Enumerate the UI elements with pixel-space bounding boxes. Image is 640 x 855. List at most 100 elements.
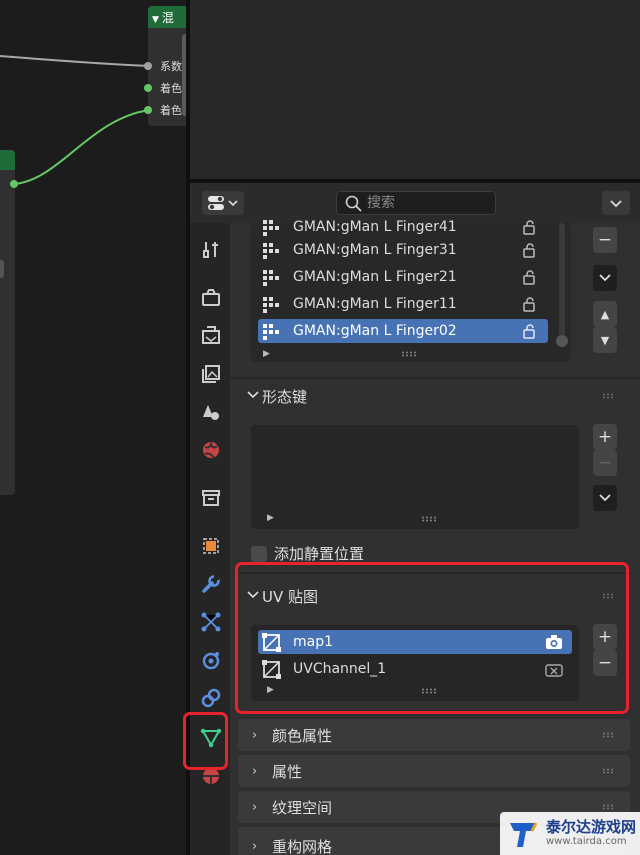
properties-content: GMAN:gMan L Finger41 GMAN:gMan L Finger3…	[230, 219, 640, 855]
watermark-url: www.tairda.com	[546, 836, 627, 847]
search-input[interactable]	[367, 194, 487, 212]
specials-menu-button[interactable]	[593, 265, 617, 291]
options-dropdown[interactable]	[602, 191, 630, 215]
wire-factor	[0, 55, 151, 67]
list-scroll-handle[interactable]	[556, 335, 568, 347]
mix-shader-node[interactable]: ▼混 系数 着色器 着色器	[148, 6, 186, 126]
object-square-icon	[203, 538, 219, 554]
physics-orbit-icon	[202, 652, 220, 670]
chevron-down-icon	[610, 200, 622, 208]
tab-output[interactable]	[198, 323, 224, 349]
lock-icon[interactable]	[520, 218, 538, 236]
socket-shader-1-label: 着色器	[160, 82, 186, 95]
watermark-logo-icon	[510, 821, 538, 847]
drag-grip-icon[interactable]	[602, 732, 616, 738]
tab-collection[interactable]	[198, 485, 224, 511]
remesh-title: 重构网格	[272, 837, 333, 855]
node-wires	[0, 55, 151, 185]
color-attributes-panel-header[interactable]: › 颜色属性	[238, 719, 630, 751]
lock-icon[interactable]	[520, 241, 538, 259]
attributes-title: 属性	[272, 762, 303, 781]
mix-node-header[interactable]: ▼ 混	[148, 6, 186, 28]
socket-shader-2-label: 着色器	[160, 104, 186, 117]
resize-grip-icon[interactable]	[401, 351, 417, 357]
list-item-selected[interactable]: GMAN:gMan L Finger02	[258, 319, 548, 343]
editor-type-dropdown[interactable]	[202, 191, 244, 215]
output-socket-dot[interactable]	[10, 180, 18, 188]
vertex-group-name: GMAN:gMan L Finger21	[293, 269, 457, 285]
search-field[interactable]	[336, 191, 496, 215]
shape-keys-panel-header[interactable]: 形态键	[238, 381, 630, 411]
editor-type-icon	[208, 196, 238, 210]
expand-filter-triangle-icon[interactable]: ▶	[263, 349, 270, 359]
add-shape-key-button[interactable]: +	[593, 424, 617, 450]
color-attributes-title: 颜色属性	[272, 726, 333, 745]
tab-scene[interactable]	[198, 399, 224, 425]
attributes-panel-header[interactable]: › 属性	[238, 755, 630, 787]
chevron-right-icon: ›	[252, 727, 258, 743]
expand-filter-triangle-icon[interactable]: ▶	[267, 513, 274, 523]
add-rest-position-checkbox[interactable]	[251, 545, 267, 562]
watermark-title: 泰尔达游戏网	[546, 818, 637, 836]
lock-icon[interactable]	[520, 268, 538, 286]
move-down-button[interactable]: ▼	[593, 327, 617, 353]
tab-render[interactable]	[198, 285, 224, 311]
highlight-uv-maps-panel	[235, 562, 629, 714]
vertex-group-name: GMAN:gMan L Finger02	[293, 323, 457, 339]
resize-grip-icon[interactable]	[421, 516, 437, 522]
chevron-right-icon: ›	[252, 799, 258, 815]
chevron-down-icon	[599, 494, 611, 502]
collapse-chevron-icon[interactable]: ▼	[152, 15, 159, 25]
chevron-right-icon: ›	[252, 838, 258, 854]
shape-keys-list[interactable]: ▶	[251, 425, 579, 529]
drag-grip-icon[interactable]	[602, 768, 616, 774]
vertex-groups-list[interactable]: GMAN:gMan L Finger41 GMAN:gMan L Finger3…	[251, 219, 571, 362]
lock-icon[interactable]	[520, 295, 538, 313]
tool-icon	[203, 242, 218, 258]
socket-shader-2-dot[interactable]	[144, 106, 152, 114]
drag-grip-icon[interactable]	[602, 804, 616, 810]
tab-modifiers[interactable]	[198, 571, 224, 597]
scene-icon	[203, 405, 219, 420]
vertex-group-icon	[263, 220, 279, 236]
move-up-button[interactable]: ▲	[593, 301, 617, 327]
tab-tool[interactable]	[198, 237, 224, 263]
lock-icon[interactable]	[520, 322, 538, 340]
outliner-area	[190, 0, 640, 183]
socket-factor-dot[interactable]	[144, 62, 152, 70]
list-item[interactable]: GMAN:gMan L Finger31	[258, 238, 548, 262]
wrench-icon	[202, 575, 220, 593]
remove-vertex-group-button[interactable]: −	[593, 227, 617, 253]
vertex-group-icon	[263, 324, 279, 340]
vertex-group-name: GMAN:gMan L Finger31	[293, 242, 457, 258]
site-watermark: 泰尔达游戏网 www.tairda.com	[500, 812, 640, 855]
output-printer-icon	[202, 326, 220, 344]
mix-node-title: 混	[161, 11, 174, 25]
tab-view-layer[interactable]	[198, 361, 224, 387]
tab-constraints[interactable]	[198, 685, 224, 711]
tab-object[interactable]	[198, 533, 224, 559]
properties-editor: GMAN:gMan L Finger41 GMAN:gMan L Finger3…	[183, 183, 640, 855]
list-item[interactable]: GMAN:gMan L Finger41	[258, 215, 548, 239]
collection-box-icon	[202, 490, 220, 506]
add-rest-position-row[interactable]: 添加静置位置	[251, 543, 364, 564]
list-scrollbar[interactable]	[559, 223, 565, 347]
tab-world[interactable]	[198, 437, 224, 463]
socket-shader-1-dot[interactable]	[144, 84, 152, 92]
input-node-field[interactable]	[0, 260, 4, 278]
list-item[interactable]: GMAN:gMan L Finger11	[258, 292, 548, 316]
shader-node-editor[interactable]: ▼混 系数 着色器 着色器	[0, 0, 186, 855]
drag-grip-icon[interactable]	[602, 393, 616, 399]
remove-shape-key-button[interactable]: −	[593, 450, 617, 476]
world-globe-icon	[203, 441, 219, 459]
tab-particles[interactable]	[198, 609, 224, 635]
vertex-group-icon	[263, 243, 279, 259]
chevron-right-icon: ›	[252, 763, 258, 779]
input-node-header[interactable]	[0, 150, 15, 170]
panel-divider	[230, 377, 640, 379]
input-node[interactable]	[0, 150, 15, 495]
tab-physics[interactable]	[198, 647, 224, 673]
constraints-icon	[201, 688, 221, 708]
list-item[interactable]: GMAN:gMan L Finger21	[258, 265, 548, 289]
shape-key-specials-button[interactable]	[593, 485, 617, 511]
